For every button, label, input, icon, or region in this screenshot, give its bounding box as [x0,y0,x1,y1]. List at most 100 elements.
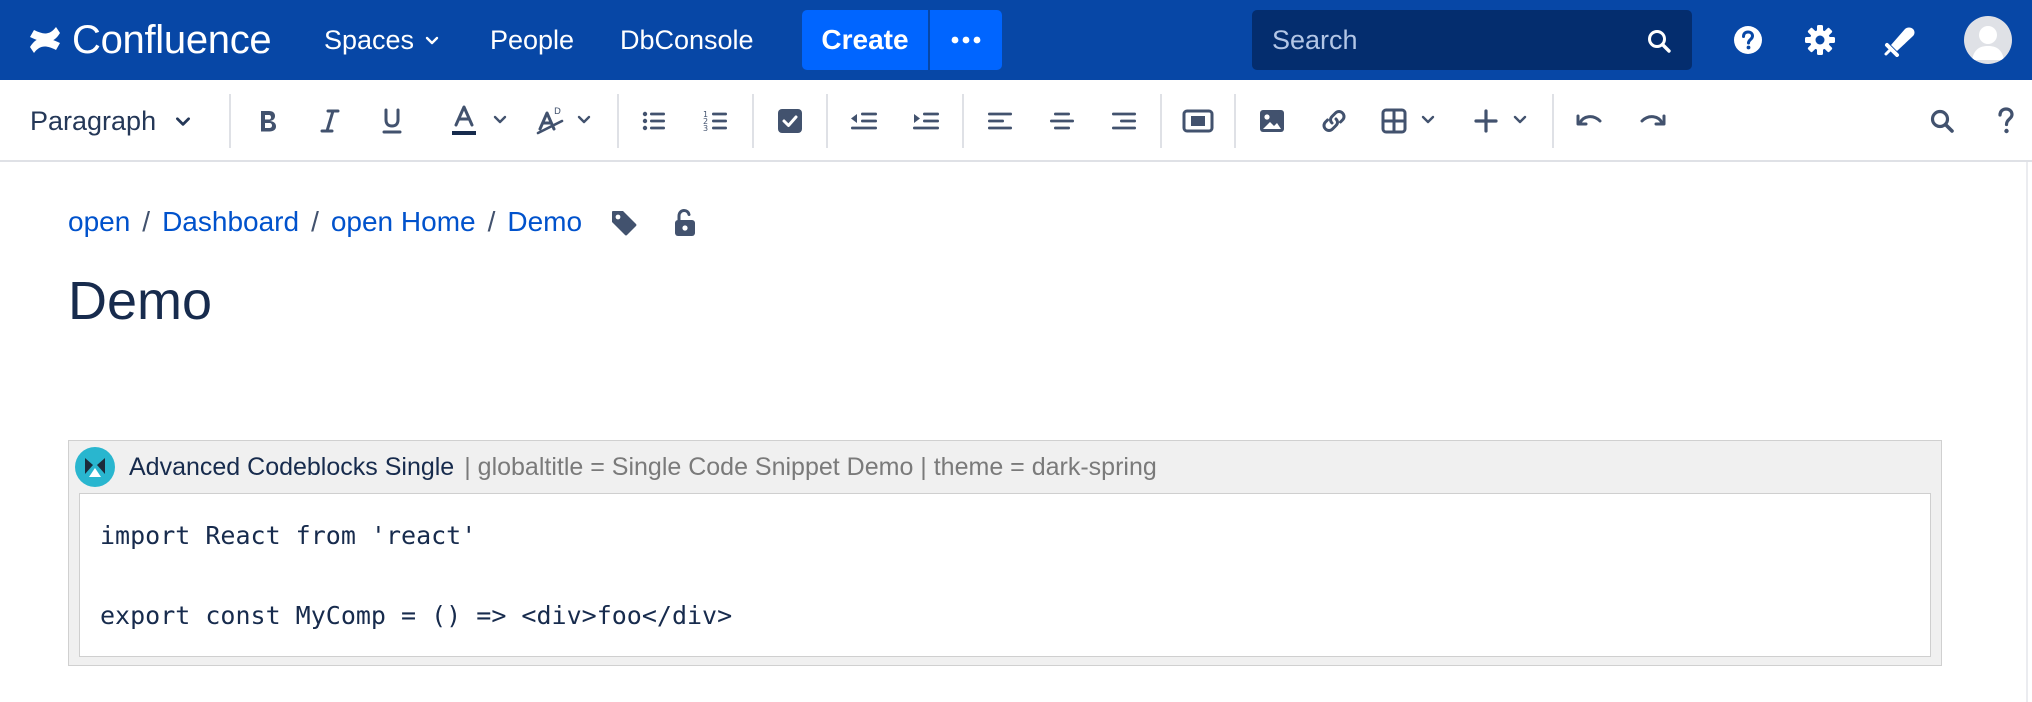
svg-text:3: 3 [703,124,708,133]
more-icon [951,36,981,44]
help-icon [1998,107,2014,134]
gear-icon [1805,25,1835,55]
align-center-button[interactable] [1042,101,1082,141]
clear-formatting-button[interactable]: D [530,101,570,141]
chevron-down-icon [425,36,439,45]
undo-button[interactable] [1570,101,1610,141]
nav-people[interactable]: People [490,0,574,80]
toolbar-divider [826,94,828,148]
link-icon [1322,110,1346,132]
create-button[interactable]: Create [802,10,928,70]
indent-button[interactable] [906,101,946,141]
numbered-list-icon: 123 [703,110,727,133]
breadcrumb-demo[interactable]: Demo [507,206,582,238]
breadcrumb-separator: / [142,206,151,237]
notifications-button[interactable] [1880,20,1920,60]
toolbar-divider [1160,94,1162,148]
confluence-logo-icon [30,27,60,53]
breadcrumb-open-home[interactable]: open Home [331,206,476,238]
chevron-down-icon[interactable] [1420,111,1436,127]
breadcrumb-separator: / [311,206,319,237]
search-icon [1648,30,1671,53]
numbered-list-button[interactable]: 123 [696,101,736,141]
table-icon [1381,108,1407,134]
scrollbar[interactable] [2026,162,2028,702]
insert-link-button[interactable] [1314,101,1354,141]
toolbar-divider [1552,94,1554,148]
redo-button[interactable] [1632,101,1672,141]
bullet-list-button[interactable] [634,101,674,141]
chevron-down-icon[interactable] [576,111,592,127]
confluence-logo[interactable]: Confluence [28,16,272,64]
toolbar-divider [752,94,754,148]
breadcrumb-open[interactable]: open [68,206,130,238]
image-icon [1260,110,1284,132]
create-more-button[interactable] [930,10,1002,70]
editor-toolbar: Paragraph D 123 [0,80,2032,162]
italic-button[interactable] [310,101,350,141]
align-left-icon [988,112,1012,130]
label-tag-icon[interactable] [609,208,639,238]
underline-button[interactable] [372,101,412,141]
page-title[interactable]: Demo [68,270,212,332]
outdent-button[interactable] [844,101,884,141]
help-button[interactable] [1728,20,1768,60]
nav-dbconsole-label: DbConsole [620,24,754,55]
settings-button[interactable] [1800,20,1840,60]
align-left-button[interactable] [980,101,1020,141]
clear-format-icon: D [536,107,564,135]
nav-spaces[interactable]: Spaces [324,0,440,80]
text-color-button[interactable] [444,101,484,141]
insert-more-icon [1474,109,1498,133]
insert-image-button[interactable] [1252,101,1292,141]
insert-more-button[interactable] [1466,101,1506,141]
paragraph-style-select[interactable]: Paragraph [30,100,192,142]
chevron-down-icon[interactable] [492,111,508,127]
macro-header: Advanced Codeblocks Single | globaltitle… [75,445,1157,489]
align-right-button[interactable] [1104,101,1144,141]
align-center-icon [1050,112,1074,130]
redo-icon [1640,114,1666,126]
top-navigation-bar: Confluence Spaces People DbConsole Creat… [0,0,2032,80]
toolbar-divider [229,94,231,148]
indent-icon [913,112,939,130]
insert-table-button[interactable] [1374,101,1414,141]
chevron-down-icon [176,117,191,126]
find-replace-icon [1930,109,1954,133]
search-placeholder: Search [1272,24,1358,55]
macro-parameters: | globaltitle = Single Code Snippet Demo… [464,452,1157,481]
avatar[interactable] [1964,16,2012,64]
paragraph-style-label: Paragraph [30,105,157,136]
toolbar-divider [617,94,619,148]
code-macro-block[interactable]: Advanced Codeblocks Single | globaltitle… [68,440,1942,666]
nav-people-label: People [490,24,575,55]
unlock-icon[interactable] [670,208,700,238]
code-body[interactable]: import React from 'react' export const M… [79,493,1931,657]
nav-dbconsole[interactable]: DbConsole [620,0,754,80]
task-list-button[interactable] [770,101,810,141]
bold-icon [261,111,276,132]
user-avatar-icon [1972,26,2004,60]
help-icon [1734,26,1762,54]
toolbar-divider [1234,94,1236,148]
chevron-down-icon[interactable] [1512,111,1528,127]
macro-logo-icon [75,447,115,487]
breadcrumb-dashboard[interactable]: Dashboard [162,206,299,238]
toolbar-divider [962,94,964,148]
bold-button[interactable] [248,101,288,141]
svg-text:D: D [554,107,561,117]
notifications-icon [1884,27,1915,57]
bullet-list-icon [642,111,665,131]
code-line: export const MyComp = () => <div>foo</di… [100,601,733,630]
nav-spaces-label: Spaces [324,24,415,55]
underline-icon [382,108,402,134]
text-color-icon [452,105,476,135]
macro-name: Advanced Codeblocks Single [129,452,455,481]
logo-text: Confluence [72,17,272,62]
code-line: import React from 'react' [100,521,477,550]
editor-help-button[interactable] [1986,101,2026,141]
search-input[interactable]: Search [1252,10,1692,70]
page-layout-button[interactable] [1178,101,1218,141]
find-replace-button[interactable] [1922,101,1962,141]
